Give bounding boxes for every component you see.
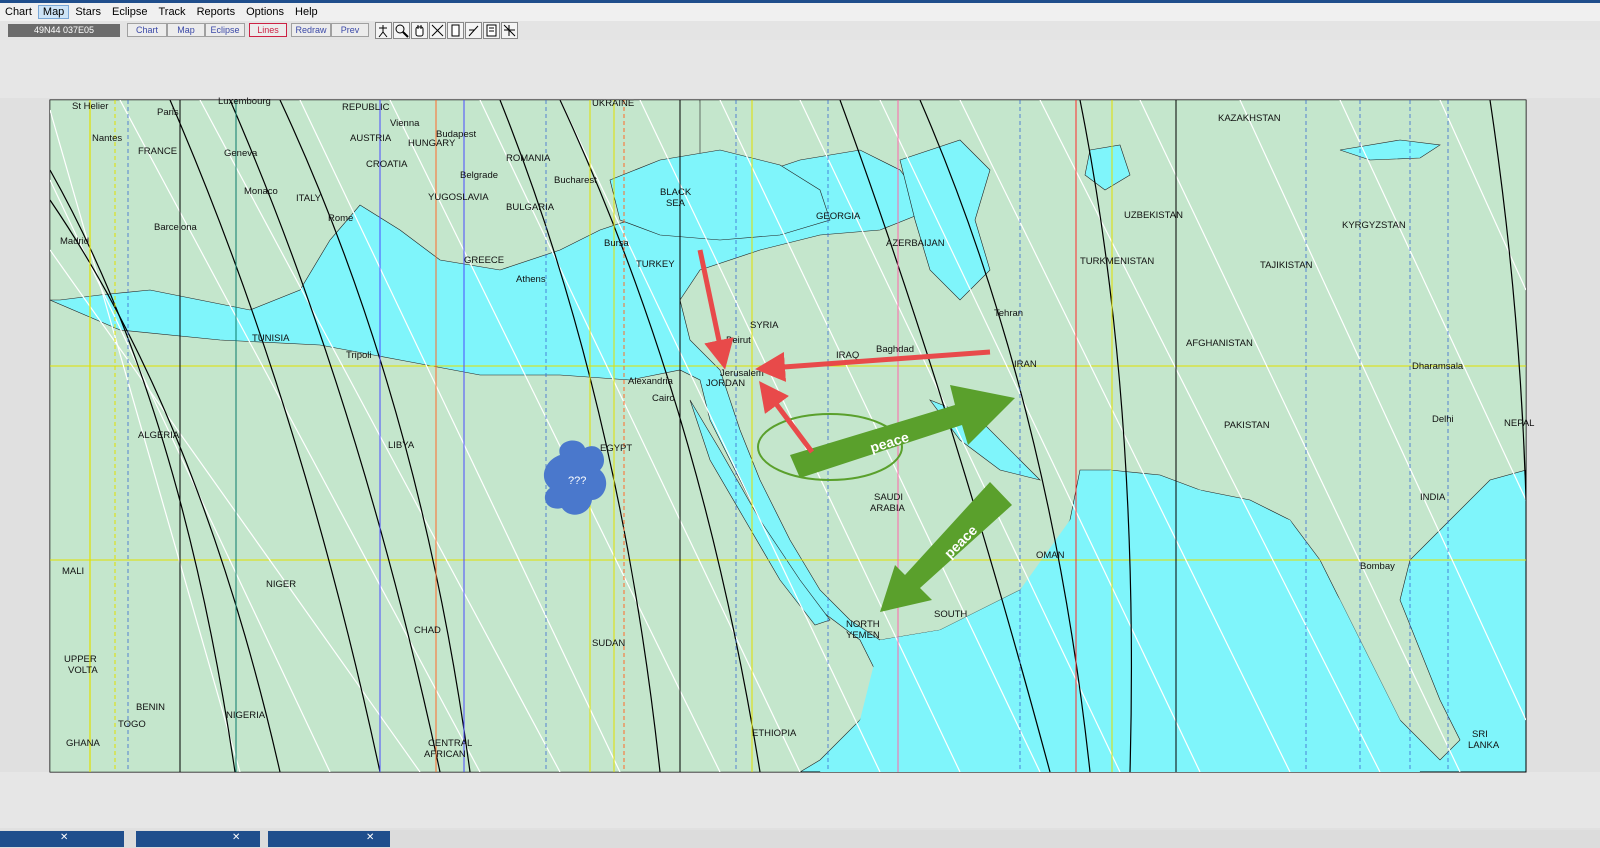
city-label: Alexandria <box>628 376 674 387</box>
country-label: HUNGARY <box>408 138 456 149</box>
country-label: KYRGYZSTAN <box>1342 220 1406 231</box>
sea-label: SEA <box>666 198 686 209</box>
sea-label: BLACK <box>660 187 692 198</box>
country-label: SYRIA <box>750 320 779 331</box>
country-label: ROMANIA <box>506 153 551 164</box>
country-label: CENTRAL <box>428 738 472 749</box>
country-label: BULGARIA <box>506 202 555 213</box>
country-label: SAUDI <box>874 492 903 503</box>
country-label: GEORGIA <box>816 211 861 222</box>
taskbar: ✕ ✕ ✕ <box>0 830 1600 848</box>
country-label: UKRAINE <box>592 98 634 109</box>
city-label: Barcelona <box>154 222 197 233</box>
country-label: YUGOSLAVIA <box>428 192 489 203</box>
city-label: Vienna <box>390 118 420 129</box>
city-label: Beirut <box>726 335 751 346</box>
city-label: St Helier <box>72 101 108 112</box>
country-label: FRANCE <box>138 146 177 157</box>
astro-map[interactable]: St Helier Paris Luxembourg REPUBLIC UKRA… <box>0 0 1600 848</box>
country-label: BENIN <box>136 702 165 713</box>
country-label: IRAN <box>1014 359 1037 370</box>
country-label: LIBYA <box>388 440 415 451</box>
country-label: AFRICAN <box>424 749 466 760</box>
city-label: Rome <box>328 213 353 224</box>
country-label: KAZAKHSTAN <box>1218 113 1281 124</box>
country-label: NIGER <box>266 579 296 590</box>
country-label: CROATIA <box>366 159 408 170</box>
country-label: GHANA <box>66 738 100 749</box>
country-label: UPPER <box>64 654 97 665</box>
city-label: Bucharest <box>554 175 597 186</box>
city-label: Luxembourg <box>218 96 271 107</box>
city-label: Belgrade <box>460 170 498 181</box>
country-label: ITALY <box>296 193 322 204</box>
country-label: TAJIKISTAN <box>1260 260 1313 271</box>
country-label: MALI <box>62 566 84 577</box>
country-label: TURKMENISTAN <box>1080 256 1154 267</box>
country-label: SUDAN <box>592 638 625 649</box>
city-label: Dharamsala <box>1412 361 1464 372</box>
country-label: YEMEN <box>846 630 880 641</box>
city-label: Monaco <box>244 186 278 197</box>
country-label: UZBEKISTAN <box>1124 210 1183 221</box>
city-label: Tehran <box>994 308 1023 319</box>
country-label: NORTH <box>846 619 880 630</box>
country-label: TOGO <box>118 719 146 730</box>
cloud-question-label: ??? <box>568 475 586 487</box>
city-label: Cairo <box>652 393 675 404</box>
city-label: Madrid <box>60 236 89 247</box>
country-label: NIGERIA <box>226 710 266 721</box>
taskbar-window-2[interactable]: ✕ <box>136 831 260 847</box>
country-label: NEPAL <box>1504 418 1534 429</box>
country-label: ALGERIA <box>138 430 180 441</box>
city-label: Tripoli <box>346 350 372 361</box>
city-label: Athens <box>516 274 546 285</box>
country-label: CHAD <box>414 625 441 636</box>
country-label: REPUBLIC <box>342 102 390 113</box>
country-label: SRI <box>1472 729 1488 740</box>
country-label: TURKEY <box>636 259 675 270</box>
city-label: Baghdad <box>876 344 914 355</box>
city-label: Nantes <box>92 133 122 144</box>
city-label: Bursa <box>604 238 630 249</box>
country-label: INDIA <box>1420 492 1446 503</box>
country-label: GREECE <box>464 255 504 266</box>
country-label: AUSTRIA <box>350 133 392 144</box>
country-label: AZERBAIJAN <box>886 238 945 249</box>
country-label: LANKA <box>1468 740 1500 751</box>
country-label: ARABIA <box>870 503 906 514</box>
country-label: EGYPT <box>600 443 632 454</box>
taskbar-window-1[interactable]: ✕ <box>0 831 124 847</box>
country-label: TUNISIA <box>252 333 290 344</box>
country-label: PAKISTAN <box>1224 420 1270 431</box>
city-label: Delhi <box>1432 414 1454 425</box>
city-label: Paris <box>157 107 179 118</box>
country-label: VOLTA <box>68 665 98 676</box>
city-label: Geneva <box>224 148 258 159</box>
country-label: SOUTH <box>934 609 967 620</box>
city-label: Bombay <box>1360 561 1395 572</box>
country-label: JORDAN <box>706 378 745 389</box>
taskbar-window-3[interactable]: ✕ <box>268 831 390 847</box>
country-label: AFGHANISTAN <box>1186 338 1253 349</box>
country-label: ETHIOPIA <box>752 728 797 739</box>
country-label: OMAN <box>1036 550 1065 561</box>
